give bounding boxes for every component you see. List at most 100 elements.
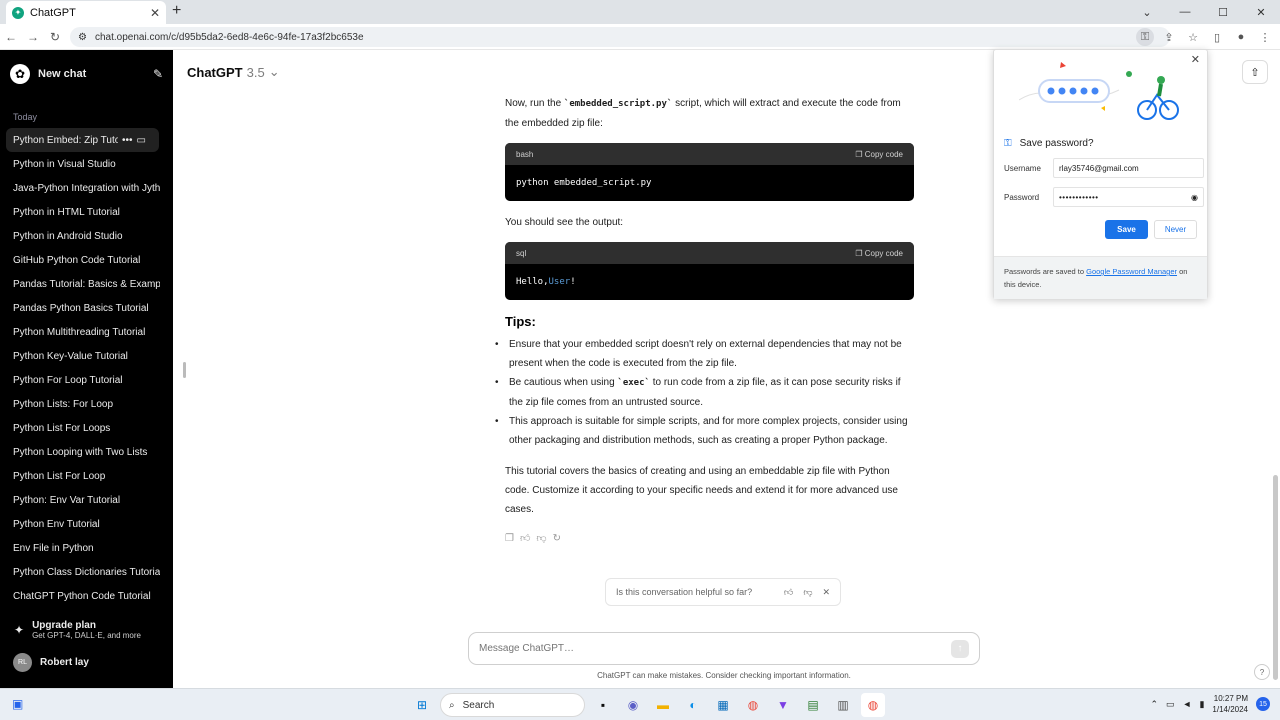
sidebar-chat-item[interactable]: GitHub Python Code Tutorial (0, 248, 173, 272)
folder-icon[interactable]: ▬ (651, 693, 675, 717)
battery-icon[interactable]: ▮ (1199, 699, 1204, 710)
maximize-button[interactable]: ☐ (1204, 0, 1242, 24)
more-options-icon[interactable]: ••• (122, 135, 133, 146)
tab-search-icon[interactable]: ⌄ (1128, 0, 1166, 24)
close-window-button[interactable]: ✕ (1242, 0, 1280, 24)
copy-code-button[interactable]: ❐ Copy code (855, 244, 903, 263)
menu-kebab-icon[interactable]: ⋮ (1256, 28, 1274, 46)
store-icon[interactable]: ▦ (711, 693, 735, 717)
sidebar-chat-item[interactable]: Python: Env Var Tutorial (0, 488, 173, 512)
sidebar-chat-item[interactable]: Python Lists: For Loop (0, 392, 173, 416)
volume-icon[interactable]: ◄ (1183, 699, 1192, 709)
sidebar-chat-item[interactable]: Python in Visual Studio (0, 152, 173, 176)
eye-icon[interactable]: ◉ (1191, 193, 1198, 202)
network-icon[interactable]: ▭ (1166, 699, 1175, 710)
password-row: Password •••••••••••• ◉ (1004, 187, 1204, 207)
toolbar-icons: ⚿ ⇪ ☆ ▯ ● ⋮ (1136, 28, 1274, 46)
chat-title: Python Embed: Zip Tutoria (13, 134, 119, 146)
chrome-active-icon[interactable]: ◍ (861, 693, 885, 717)
chat-title: Java-Python Integration with Jyth (13, 182, 160, 194)
sidebar-chat-item[interactable]: Python For Loop Tutorial (0, 368, 173, 392)
password-field[interactable]: •••••••••••• ◉ (1053, 187, 1204, 207)
message-input[interactable] (479, 643, 951, 654)
notification-badge[interactable]: 15 (1256, 697, 1270, 711)
sidebar-chat-item[interactable]: Python in Android Studio (0, 224, 173, 248)
forward-icon[interactable]: → (22, 30, 44, 44)
windows-start-icon[interactable]: ⊞ (410, 693, 434, 717)
back-icon[interactable]: ← (0, 30, 22, 44)
copy-label: Copy code (864, 149, 903, 159)
footer-text: Passwords are saved to (1004, 267, 1087, 276)
chat-app-icon[interactable]: ◉ (621, 693, 645, 717)
thumbs-down-icon[interactable]: 👎︎ (536, 529, 546, 548)
new-chat-label[interactable]: New chat (38, 68, 145, 80)
send-icon[interactable]: ↑ (951, 639, 969, 658)
bookmark-star-icon[interactable]: ☆ (1184, 28, 1202, 46)
chrome-icon[interactable]: ◍ (741, 693, 765, 717)
side-panel-icon[interactable]: ▯ (1208, 28, 1226, 46)
compose-icon[interactable]: ✎ (153, 67, 163, 81)
sidebar-chat-item[interactable]: Python List For Loops (0, 416, 173, 440)
chevron-up-icon[interactable]: ⌃ (1150, 699, 1158, 710)
minimize-button[interactable]: — (1166, 0, 1204, 24)
sidebar-chat-item[interactable]: Python List For Loop (0, 464, 173, 488)
site-info-icon[interactable]: ⚙ (78, 32, 87, 43)
thumbs-up-icon[interactable]: 👍︎ (520, 529, 530, 548)
sidebar-chat-item[interactable]: ChatGPT Python Code Tutorial (0, 584, 173, 608)
share-icon[interactable]: ⇧ (1242, 60, 1268, 84)
new-chat-row[interactable]: ✿ New chat ✎ (0, 50, 173, 98)
new-tab-button[interactable]: + (172, 2, 181, 20)
app-icon[interactable]: ▥ (831, 693, 855, 717)
url-bar[interactable]: ⚙ chat.openai.com/c/d95b5da2-6ed8-4e6c-9… (70, 27, 1170, 47)
task-view-icon[interactable]: ▣ (12, 697, 23, 711)
sidebar-chat-item[interactable]: Python Key-Value Tutorial (0, 344, 173, 368)
sidebar-chat-item[interactable]: Pandas Tutorial: Basics & Exampl (0, 272, 173, 296)
sidebar-chat-item[interactable]: Python Env Tutorial (0, 512, 173, 536)
model-selector[interactable]: ChatGPT 3.5 ⌄ (187, 64, 280, 80)
app-icon[interactable]: ▼ (771, 693, 795, 717)
user-menu[interactable]: RL Robert lay (0, 653, 173, 672)
clock[interactable]: 10:27 PM 1/14/2024 (1212, 693, 1248, 715)
sidebar-toggle-handle[interactable] (183, 362, 186, 378)
sidebar-chat-item[interactable]: Python in HTML Tutorial (0, 200, 173, 224)
username-value: rlay35746@gmail.com (1059, 163, 1139, 173)
sidebar-chat-item[interactable]: Java-Python Integration with Jyth (0, 176, 173, 200)
save-button[interactable]: Save (1105, 220, 1148, 239)
username-field[interactable]: rlay35746@gmail.com (1053, 158, 1204, 178)
password-manager-link[interactable]: Google Password Manager (1086, 267, 1177, 276)
file-explorer-dark-icon[interactable]: ▪ (591, 693, 615, 717)
close-icon[interactable]: ✕ (1191, 53, 1200, 66)
upgrade-title: Upgrade plan (32, 620, 96, 631)
regenerate-icon[interactable]: ↻ (553, 529, 561, 548)
sidebar-chat-item[interactable]: Pandas Python Basics Tutorial (0, 296, 173, 320)
upgrade-plan-button[interactable]: ✦ Upgrade plan Get GPT-4, DALL·E, and mo… (0, 620, 173, 640)
key-icon[interactable]: ⚿ (1136, 28, 1154, 46)
never-button[interactable]: Never (1154, 220, 1197, 239)
archive-icon[interactable]: ▭ (137, 135, 146, 146)
thumbs-up-icon[interactable]: 👍︎ (784, 587, 793, 598)
copy-icon[interactable]: ❐ (505, 529, 514, 548)
code-block-header: bash ❐ Copy code (505, 143, 914, 165)
copy-code-button[interactable]: ❐ Copy code (855, 145, 903, 164)
help-button[interactable]: ? (1254, 664, 1270, 680)
sidebar-chat-item[interactable]: Python Multithreading Tutorial (0, 320, 173, 344)
clipboard-icon: ❐ (855, 248, 865, 258)
scrollbar[interactable] (1273, 475, 1278, 680)
sidebar-chat-item[interactable]: Python Class Dictionaries Tutoria (0, 560, 173, 584)
profile-icon[interactable]: ● (1232, 28, 1250, 46)
thumbs-down-icon[interactable]: 👎︎ (803, 587, 812, 598)
sidebar-chat-item[interactable]: Python Embed: Zip Tutoria ••• ▭ (6, 128, 159, 152)
share-page-icon[interactable]: ⇪ (1160, 28, 1178, 46)
sidebar-chat-item[interactable]: Python Looping with Two Lists (0, 440, 173, 464)
reload-icon[interactable]: ↻ (44, 30, 66, 44)
edge-icon[interactable]: ◐ (681, 693, 705, 717)
notepad-icon[interactable]: ▤ (801, 693, 825, 717)
sidebar-chat-item[interactable]: Env File in Python (0, 536, 173, 560)
address-bar-row: ← → ↻ ⚙ chat.openai.com/c/d95b5da2-6ed8-… (0, 24, 1280, 50)
browser-tab[interactable]: ✦ ChatGPT ✕ (6, 1, 166, 24)
chat-title: Python: Env Var Tutorial (13, 494, 121, 506)
sparkle-icon: ✦ (14, 623, 25, 637)
close-tab-icon[interactable]: ✕ (150, 6, 160, 20)
close-icon[interactable]: ✕ (822, 587, 830, 598)
taskbar-search[interactable]: ⌕ Search (440, 693, 585, 717)
